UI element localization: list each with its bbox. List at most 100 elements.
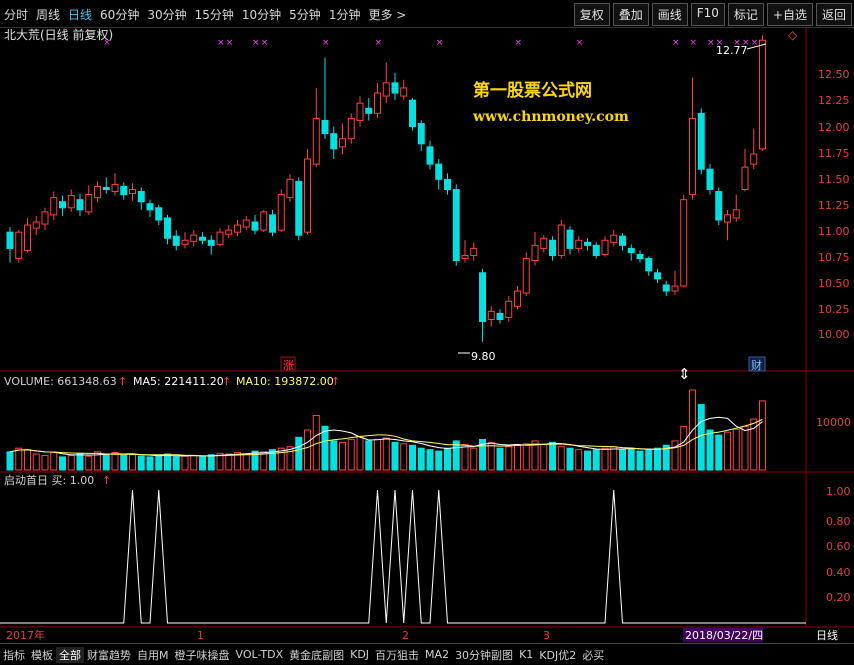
tab-30min-sub[interactable]: 30分钟副图 — [452, 647, 516, 663]
volume-bar — [15, 447, 23, 471]
event-marker: × — [375, 38, 383, 48]
volume-bar — [435, 450, 443, 471]
f10-button[interactable]: F10 — [690, 3, 725, 26]
volume-bar — [111, 452, 119, 471]
volume-bar — [85, 455, 93, 471]
volume-value: VOLUME: 661348.63 — [4, 375, 117, 388]
candle-body — [6, 231, 14, 249]
overlay-button[interactable]: 叠加 — [612, 3, 649, 26]
period-tab[interactable]: 分时 — [4, 6, 28, 23]
resize-handle-icon[interactable]: ⇕ — [678, 365, 691, 383]
volume-bar — [304, 429, 311, 471]
candle-body — [111, 183, 119, 193]
period-tab[interactable]: 15分钟 — [195, 6, 234, 23]
tab-indicator[interactable]: 指标 — [0, 647, 28, 663]
volume-bar — [487, 441, 495, 471]
tab-template[interactable]: 模板 — [28, 647, 56, 663]
candle-body — [522, 258, 530, 294]
tab-wealth-trend[interactable]: 财富趋势 — [84, 647, 134, 663]
indicator-tick: 0.60 — [826, 540, 851, 553]
period-tab[interactable]: 10分钟 — [242, 6, 281, 23]
volume-bar — [584, 450, 591, 471]
period-tab[interactable]: 5分钟 — [289, 6, 321, 23]
volume-header: VOLUME: 661348.63 ↑ MA5: 221411.20 ↑ MA1… — [4, 375, 340, 388]
event-marker: × — [515, 38, 523, 48]
volume-bar — [102, 453, 110, 471]
candle-body — [339, 138, 346, 148]
tab-all[interactable]: 全部 — [56, 646, 84, 663]
up-arrow-icon: ↑ — [222, 375, 231, 388]
up-arrow-icon: ↑ — [118, 375, 127, 388]
volume-bar — [190, 454, 198, 471]
period-tab[interactable]: 日线 — [68, 6, 92, 23]
volume-tick: 10000 — [816, 416, 851, 429]
volume-bar — [566, 447, 574, 471]
candle-body — [374, 92, 381, 114]
period-tab[interactable]: 30分钟 — [147, 6, 186, 23]
candle-body — [697, 112, 705, 170]
tab-must-buy[interactable]: 必买 — [579, 647, 607, 663]
volume-bar — [242, 453, 250, 471]
candle-body — [137, 191, 145, 203]
volume-bar — [557, 446, 565, 471]
candle-body — [234, 224, 241, 233]
tab-vol-tdx[interactable]: VOL-TDX — [233, 648, 287, 661]
restore-rights-button[interactable]: 复权 — [573, 3, 610, 26]
tab-orange-trading[interactable]: 橙子味操盘 — [172, 647, 233, 663]
price-tick: 11.00 — [818, 225, 850, 238]
candle-body — [260, 211, 268, 231]
volume-bar — [199, 456, 206, 471]
candle-body — [575, 239, 583, 249]
tab-million-snipe[interactable]: 百万狙击 — [372, 647, 422, 663]
candle-body — [286, 178, 294, 199]
tab-k1[interactable]: K1 — [516, 648, 536, 661]
candle-body — [470, 247, 478, 257]
candle-body — [505, 300, 513, 318]
period-label[interactable]: 日线 — [816, 628, 838, 642]
tab-custom-m[interactable]: 自用M — [134, 647, 172, 663]
candle-body — [365, 107, 373, 114]
tab-kdj-opt2[interactable]: KDJ优2 — [536, 647, 579, 663]
draw-line-button[interactable]: 画线 — [651, 3, 688, 26]
period-tab[interactable]: 60分钟 — [100, 6, 139, 23]
volume-bar — [514, 444, 521, 471]
volume-bar — [50, 452, 58, 471]
volume-bar — [461, 444, 469, 471]
mark-button[interactable]: 标记 — [727, 3, 764, 26]
candle-body — [417, 122, 425, 145]
candle-body — [251, 221, 259, 231]
candle-body — [207, 239, 215, 246]
back-button[interactable]: 返回 — [815, 3, 852, 26]
candle-body — [146, 203, 154, 211]
tab-gold-bottom[interactable]: 黄金底副图 — [286, 647, 347, 663]
volume-bar — [76, 453, 84, 471]
candle-body — [409, 99, 416, 128]
indicator-tick: 0.40 — [826, 566, 851, 579]
candle-body — [15, 231, 23, 260]
event-markers: ×××××××××××××××××× — [103, 38, 767, 48]
volume-bar — [146, 456, 154, 471]
candle-body — [540, 237, 548, 249]
volume-bar — [41, 454, 49, 471]
buy-signal-line — [0, 489, 806, 624]
add-watchlist-button[interactable]: +自选 — [766, 3, 813, 26]
volume-bar — [619, 449, 626, 471]
price-axis: 12.50 12.25 12.00 11.75 11.50 11.25 11.0… — [818, 68, 850, 341]
period-tab[interactable]: 1分钟 — [329, 6, 361, 23]
indicator-tick: 0.80 — [826, 515, 851, 528]
volume-bar — [137, 455, 145, 471]
candle-body — [129, 189, 136, 195]
candle-body — [619, 235, 626, 246]
more-periods-menu[interactable]: 更多 > — [368, 6, 406, 23]
candle-body — [76, 199, 84, 211]
period-tab[interactable]: 周线 — [36, 6, 60, 23]
candle-body — [592, 244, 600, 257]
stock-chart-area[interactable]: 北大荒(日线 前复权) ◇ 第一股票公式网 www.chnmoney.com 1… — [0, 27, 854, 643]
candle-body — [662, 284, 670, 292]
tab-ma2[interactable]: MA2 — [422, 648, 452, 661]
volume-bar — [549, 441, 556, 471]
volume-bar — [426, 449, 434, 471]
diamond-icon: ◇ — [788, 28, 798, 42]
tab-kdj[interactable]: KDJ — [347, 648, 372, 661]
volume-bar — [207, 454, 215, 471]
